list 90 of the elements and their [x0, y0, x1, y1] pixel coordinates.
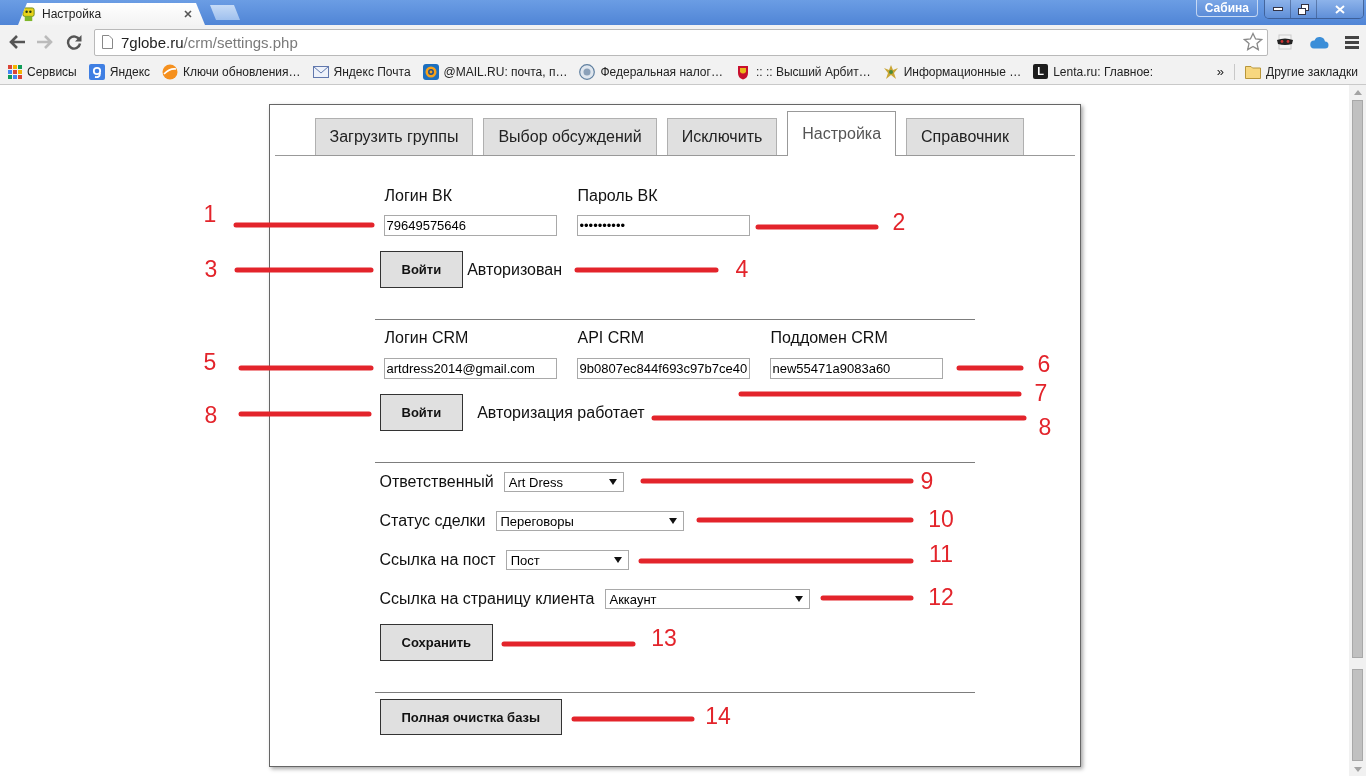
- callout-number: 9: [920, 468, 934, 494]
- new-tab-button[interactable]: [210, 5, 240, 20]
- minimize-button[interactable]: [1265, 0, 1291, 18]
- status-text: Авторизация работает: [477, 403, 645, 422]
- input-field[interactable]: artdress2014@gmail.com: [383, 358, 557, 379]
- bookmark-item[interactable]: L Lenta.ru: Главное:: [1027, 60, 1160, 83]
- callout-number: 2: [892, 209, 906, 235]
- callout-number: 12: [928, 584, 954, 610]
- callout-number: 6: [1037, 351, 1051, 377]
- envelope-icon: [312, 65, 329, 78]
- round-emblem-icon: [579, 63, 596, 80]
- star-icon[interactable]: [1243, 32, 1263, 52]
- swirl-ball-icon: [162, 63, 179, 80]
- login-button[interactable]: Войти: [379, 251, 464, 288]
- cloud-icon[interactable]: [1309, 35, 1329, 49]
- callout-number: 4: [735, 256, 749, 282]
- callout-number: 1: [203, 201, 217, 227]
- scroll-down-arrow-icon[interactable]: [1353, 767, 1362, 772]
- bookmark-folder[interactable]: Другие закладки: [1239, 60, 1364, 83]
- bookmark-item[interactable]: Сервисы: [2, 60, 83, 83]
- bookmark-item[interactable]: Ключи обновления…: [156, 60, 307, 83]
- bookmark-item[interactable]: Информационные …: [876, 60, 1028, 83]
- dropdown-arrow-icon: [794, 596, 803, 602]
- address-bar[interactable]: 7globe.ru/crm/settings.php: [94, 28, 1268, 56]
- robot-favicon-icon: [21, 6, 36, 22]
- logo-tile: L: [1033, 64, 1049, 79]
- scrollbar-thumb[interactable]: [1352, 100, 1363, 658]
- eagle-emblem-icon: [882, 63, 899, 80]
- apps-grid-icon: [8, 64, 22, 79]
- dropdown[interactable]: Аккаунт: [604, 589, 810, 609]
- folder-icon: [1245, 64, 1262, 79]
- save-button[interactable]: Сохранить: [379, 624, 494, 661]
- dropdown-arrow-icon: [613, 557, 622, 563]
- status-text: Авторизован: [467, 260, 562, 279]
- callout-number: 7: [1034, 380, 1048, 406]
- callout-number: 13: [651, 625, 677, 651]
- dropdown-arrow-icon: [668, 518, 677, 524]
- bookmark-item[interactable]: Федеральная налог…: [573, 60, 729, 83]
- scroll-up-arrow-icon[interactable]: [1353, 90, 1362, 95]
- restore-icon: [1298, 3, 1309, 15]
- tab[interactable]: Справочник: [906, 118, 1025, 155]
- input-field[interactable]: 9b0807ec844f693c97b7ce40: [576, 358, 750, 379]
- page-icon: [102, 35, 113, 49]
- dropdown[interactable]: Пост: [505, 550, 629, 570]
- dropdown-arrow-icon: [608, 479, 617, 485]
- callout-number: 3: [204, 256, 218, 282]
- callout-number: 8: [204, 402, 218, 428]
- input-field[interactable]: new55471a9083a60: [769, 358, 943, 379]
- callout-number: 11: [929, 541, 953, 567]
- bookmark-item[interactable]: Яндекс Почта: [306, 60, 417, 83]
- menu-icon[interactable]: [1345, 35, 1359, 49]
- field-label: Логин CRM: [384, 328, 469, 348]
- more-bookmarks-button[interactable]: »: [1210, 64, 1231, 79]
- field-label: API CRM: [577, 328, 645, 348]
- input-field[interactable]: 79649575646: [383, 215, 557, 236]
- restore-button[interactable]: [1291, 0, 1317, 18]
- field-label: Статус сделки: [379, 512, 486, 530]
- dropdown[interactable]: Переговоры: [495, 511, 684, 531]
- login-button[interactable]: Войти: [379, 394, 464, 431]
- field-label: Поддомен CRM: [770, 328, 888, 348]
- close-icon[interactable]: [184, 10, 192, 18]
- at-sign-icon: [422, 63, 439, 80]
- minimize-icon: [1272, 7, 1283, 11]
- browser-tab[interactable]: Настройка: [18, 3, 205, 25]
- field-label: Ссылка на пост: [379, 551, 496, 569]
- field-label: Ссылка на страницу клиента: [379, 590, 595, 608]
- scrollbar[interactable]: [1349, 85, 1366, 776]
- callout-line: [956, 365, 1024, 371]
- close-icon: [1335, 4, 1345, 14]
- tab[interactable]: Загрузить группы: [314, 118, 474, 155]
- callout-number: 8: [1038, 414, 1052, 440]
- reload-icon[interactable]: [66, 34, 82, 50]
- square-logo-icon: [88, 63, 105, 80]
- callout-number: 10: [928, 506, 954, 532]
- callout-number: 5: [203, 349, 217, 375]
- bookmark-item[interactable]: :: :: Высший Арбит…: [728, 60, 877, 83]
- tab[interactable]: Выбор обсуждений: [483, 118, 657, 155]
- mask-icon[interactable]: [1276, 34, 1294, 50]
- back-arrow-icon[interactable]: [8, 34, 26, 50]
- clear-database-button[interactable]: Полная очистка базы: [379, 699, 563, 735]
- field-label: Ответственный: [379, 473, 494, 491]
- bookmark-item[interactable]: Яндекс: [82, 60, 157, 83]
- bookmark-item[interactable]: @MAIL.RU: почта, п…: [416, 60, 574, 83]
- field-label: Логин ВК: [384, 186, 452, 206]
- callout-number: 14: [705, 703, 731, 729]
- dropdown[interactable]: Art Dress: [503, 472, 624, 492]
- tab[interactable]: Исключить: [666, 118, 778, 155]
- field-label: Пароль ВК: [577, 186, 658, 206]
- tab[interactable]: Настройка: [787, 111, 897, 156]
- input-field[interactable]: ••••••••••: [576, 215, 750, 236]
